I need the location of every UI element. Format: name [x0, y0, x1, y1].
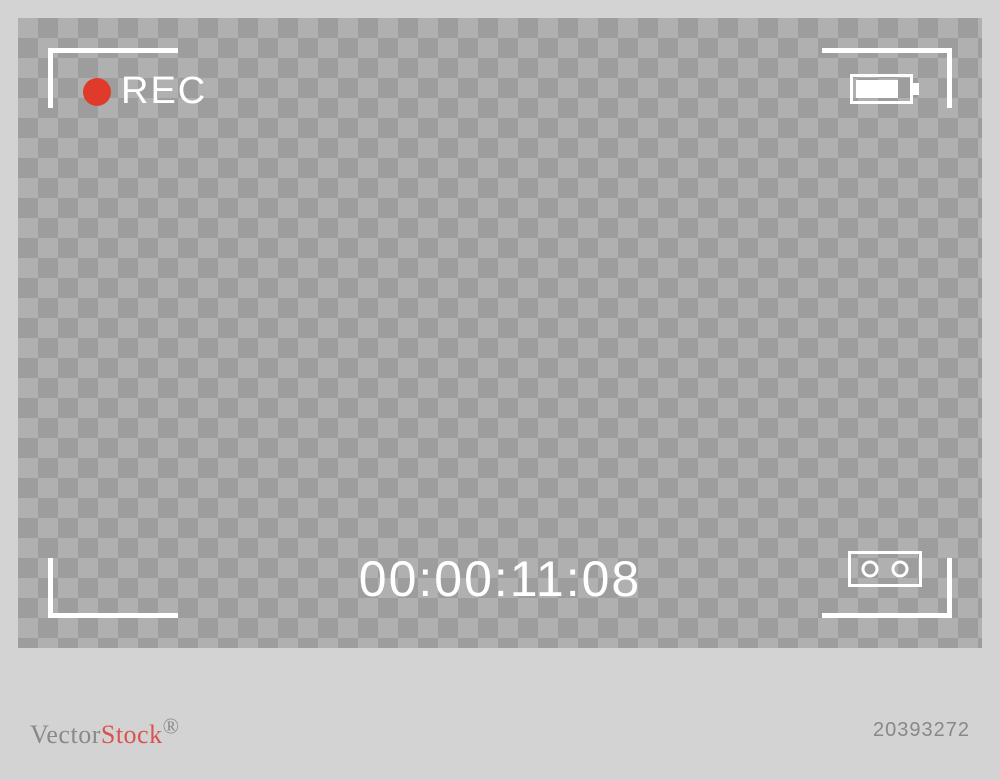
battery-icon	[850, 74, 920, 109]
cassette-tape-icon	[848, 551, 922, 592]
recording-label: REC	[121, 70, 207, 113]
watermark-registered: ®	[163, 714, 180, 738]
watermark-id: 20393272	[873, 719, 970, 742]
recording-indicator: REC	[83, 70, 207, 113]
watermark-prefix: Vector	[30, 720, 101, 749]
page-background: REC 00:00:11:08 VectorStock® 20393272	[0, 0, 1000, 780]
record-dot-icon	[83, 78, 111, 106]
frame-corner-bottom-left	[48, 558, 178, 618]
watermark-brand: VectorStock®	[30, 714, 180, 750]
timecode-display: 00:00:11:08	[359, 550, 641, 608]
camera-viewfinder: REC 00:00:11:08	[18, 18, 982, 648]
watermark-suffix: Stock	[101, 720, 163, 749]
